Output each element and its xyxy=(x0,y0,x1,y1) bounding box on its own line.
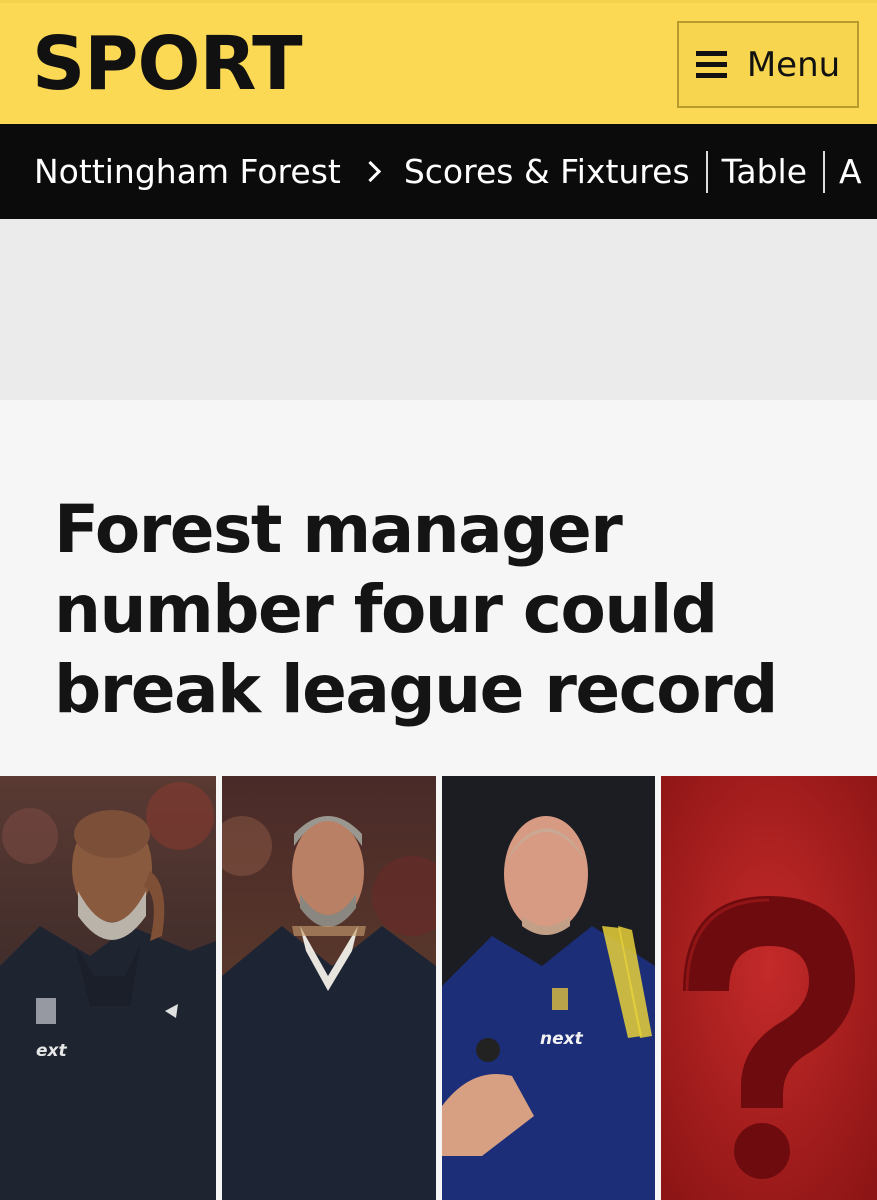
nav-link-truncated[interactable]: A xyxy=(839,152,862,191)
hero-image[interactable]: ext next xyxy=(0,776,877,1200)
manager-photo-icon xyxy=(222,776,436,1200)
manager-photo-2 xyxy=(222,776,436,1200)
hamburger-icon xyxy=(695,51,727,78)
manager-photo-3: next xyxy=(442,776,655,1200)
manager-photo-icon: next xyxy=(442,776,655,1200)
nav-divider xyxy=(823,150,825,193)
svg-text:ext: ext xyxy=(36,1041,67,1061)
question-mark-icon xyxy=(661,776,877,1200)
menu-label: Menu xyxy=(746,44,841,85)
ad-placeholder xyxy=(0,219,877,400)
article-headline: Forest manager number four could break l… xyxy=(54,491,778,728)
sport-logo[interactable]: SPORT xyxy=(32,19,303,109)
nav-divider xyxy=(705,150,708,193)
site-header: SPORT Menu xyxy=(0,0,877,124)
nav-link-scores-fixtures[interactable]: Scores & Fixtures xyxy=(404,152,690,191)
svg-text:next: next xyxy=(540,1029,584,1049)
mystery-manager-panel xyxy=(661,776,877,1200)
nav-link-table[interactable]: Table xyxy=(722,152,807,191)
manager-photo-1: ext xyxy=(0,776,216,1200)
manager-photo-icon: ext xyxy=(0,776,216,1200)
chevron-right-icon xyxy=(359,160,381,183)
team-subnav: Nottingham Forest Scores & Fixtures Tabl… xyxy=(0,124,877,219)
menu-button[interactable]: Menu xyxy=(677,21,859,108)
nav-link-team[interactable]: Nottingham Forest xyxy=(34,152,341,191)
